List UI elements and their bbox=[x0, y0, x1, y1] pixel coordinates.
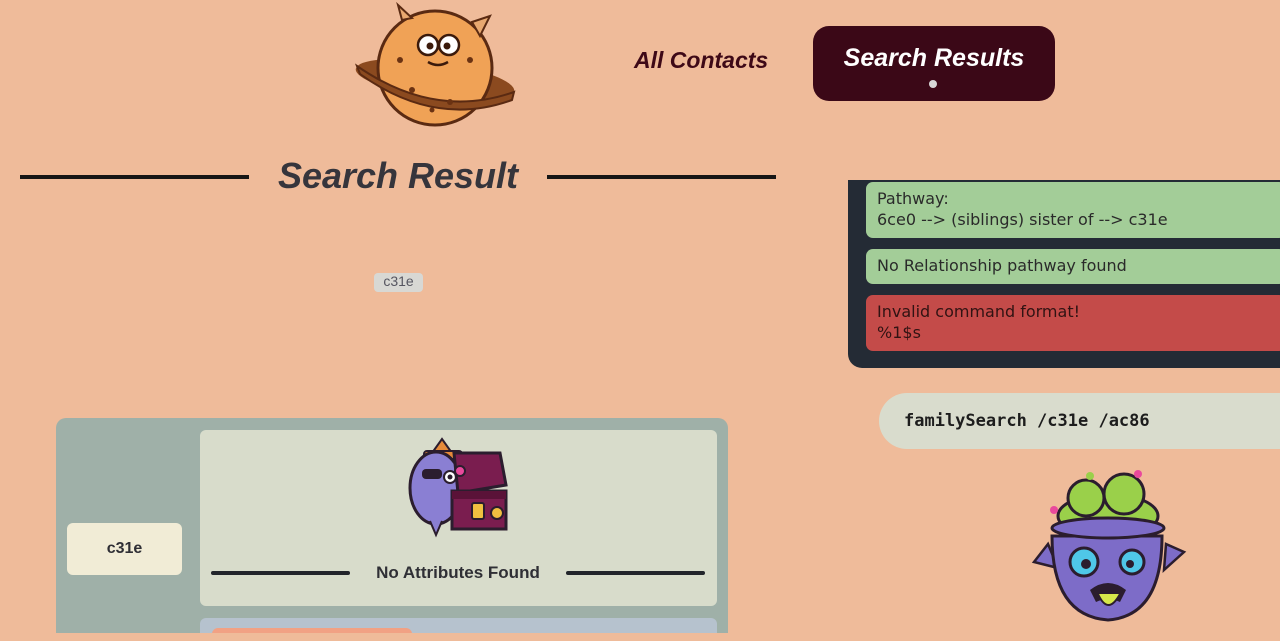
message-line: No Relationship pathway found bbox=[877, 256, 1127, 275]
message-line: %1$s bbox=[877, 323, 921, 342]
message-line: Invalid command format! bbox=[877, 302, 1081, 321]
console-message-error: Invalid command format! %1$s bbox=[866, 295, 1280, 351]
relationships-panel bbox=[200, 618, 717, 633]
nav-search-results[interactable]: Search Results bbox=[813, 26, 1055, 101]
graph-node[interactable]: c31e bbox=[374, 273, 423, 292]
divider-left bbox=[211, 571, 350, 575]
message-line: Pathway: bbox=[877, 189, 949, 208]
title-divider-left bbox=[20, 175, 249, 179]
attributes-panel: No Attributes Found bbox=[200, 430, 717, 606]
message-line: 6ce0 --> (siblings) sister of --> c31e bbox=[877, 210, 1168, 229]
console-message-success: Pathway: 6ce0 --> (siblings) sister of -… bbox=[866, 182, 1280, 238]
member-tag[interactable]: c31e bbox=[67, 523, 182, 575]
treasure-chest-icon bbox=[402, 433, 514, 543]
relationships-panel-header bbox=[212, 628, 412, 633]
title-divider-right bbox=[547, 175, 776, 179]
console-output: Pathway: 6ce0 --> (siblings) sister of -… bbox=[848, 180, 1280, 368]
page-title: Search Result bbox=[277, 155, 519, 196]
nav-search-results-label: Search Results bbox=[843, 44, 1025, 72]
no-attributes-message: No Attributes Found bbox=[376, 563, 540, 582]
divider-right bbox=[566, 571, 705, 575]
result-card: c31e No Attributes Found bbox=[56, 418, 728, 633]
nav-all-contacts[interactable]: All Contacts bbox=[634, 47, 768, 74]
app-logo-icon[interactable] bbox=[352, 0, 520, 130]
console-message-success: No Relationship pathway found bbox=[866, 249, 1280, 284]
monster-404-icon bbox=[1028, 466, 1188, 626]
active-indicator-dot bbox=[929, 80, 937, 88]
command-input[interactable]: familySearch /c31e /ac86 bbox=[879, 393, 1280, 449]
